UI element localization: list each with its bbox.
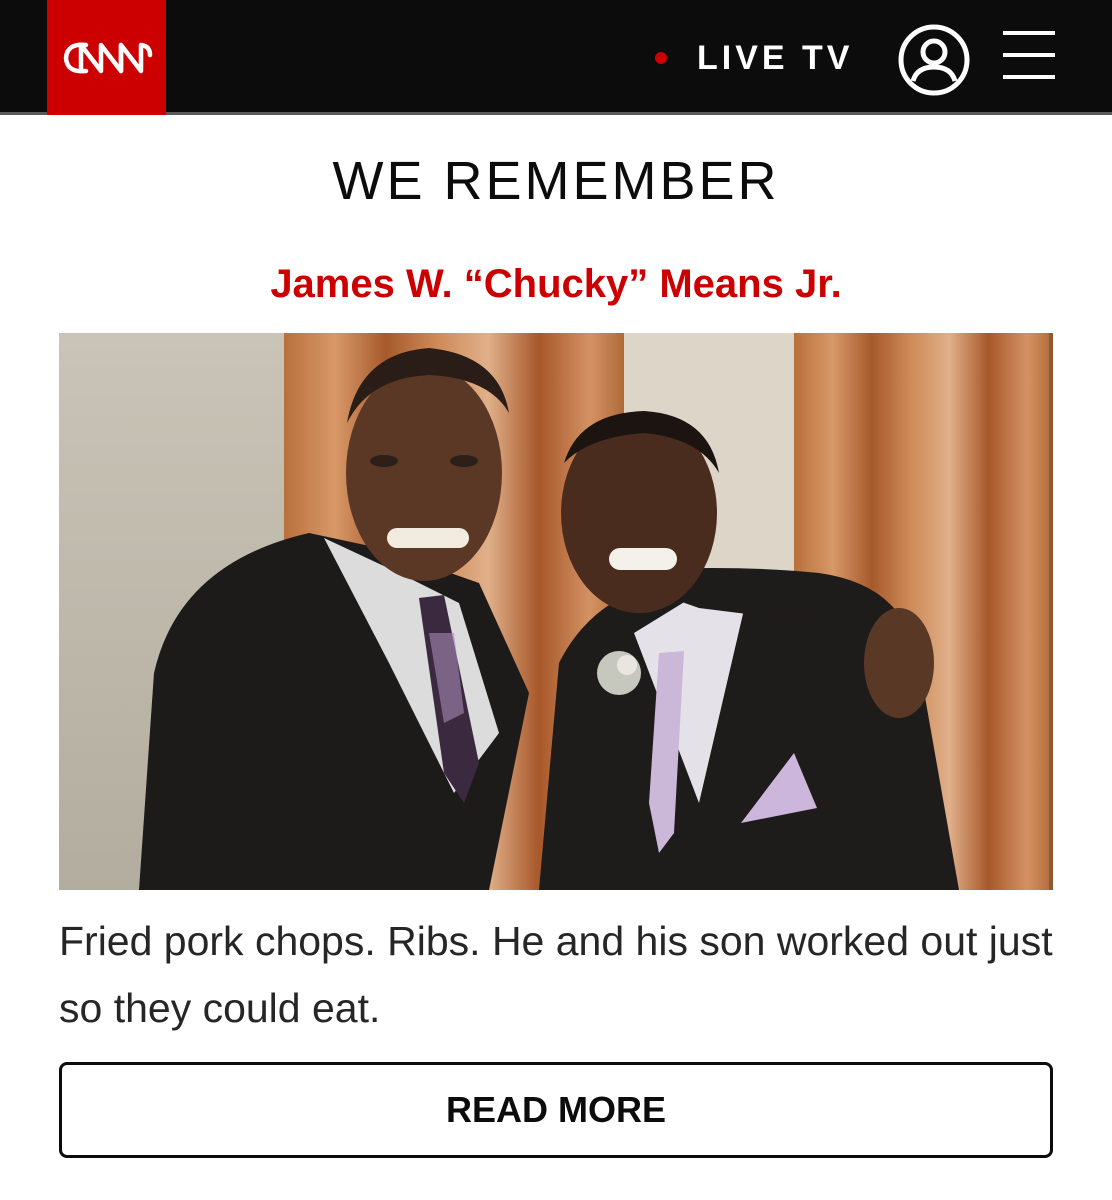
memorial-photo (59, 333, 1053, 890)
cnn-logo-mark (63, 42, 152, 73)
menu-button[interactable] (1003, 29, 1055, 81)
section-title: WE REMEMBER (332, 151, 780, 211)
user-account-icon (898, 24, 970, 96)
live-indicator-icon (655, 52, 667, 64)
read-more-button[interactable]: READ MORE (59, 1062, 1053, 1158)
site-header: LIVE TV (0, 0, 1112, 115)
live-tv-link[interactable]: LIVE TV (655, 38, 853, 78)
article-blurb: Fried pork chops. Ribs. He and his son w… (59, 918, 1053, 1031)
person-name: James W. “Chucky” Means Jr. (270, 262, 842, 306)
user-account-button[interactable] (897, 23, 971, 97)
live-tv-label: LIVE TV (697, 38, 854, 77)
hamburger-menu-icon (1003, 31, 1055, 79)
cnn-logo[interactable] (47, 0, 166, 115)
photo-illustration (59, 333, 1053, 890)
